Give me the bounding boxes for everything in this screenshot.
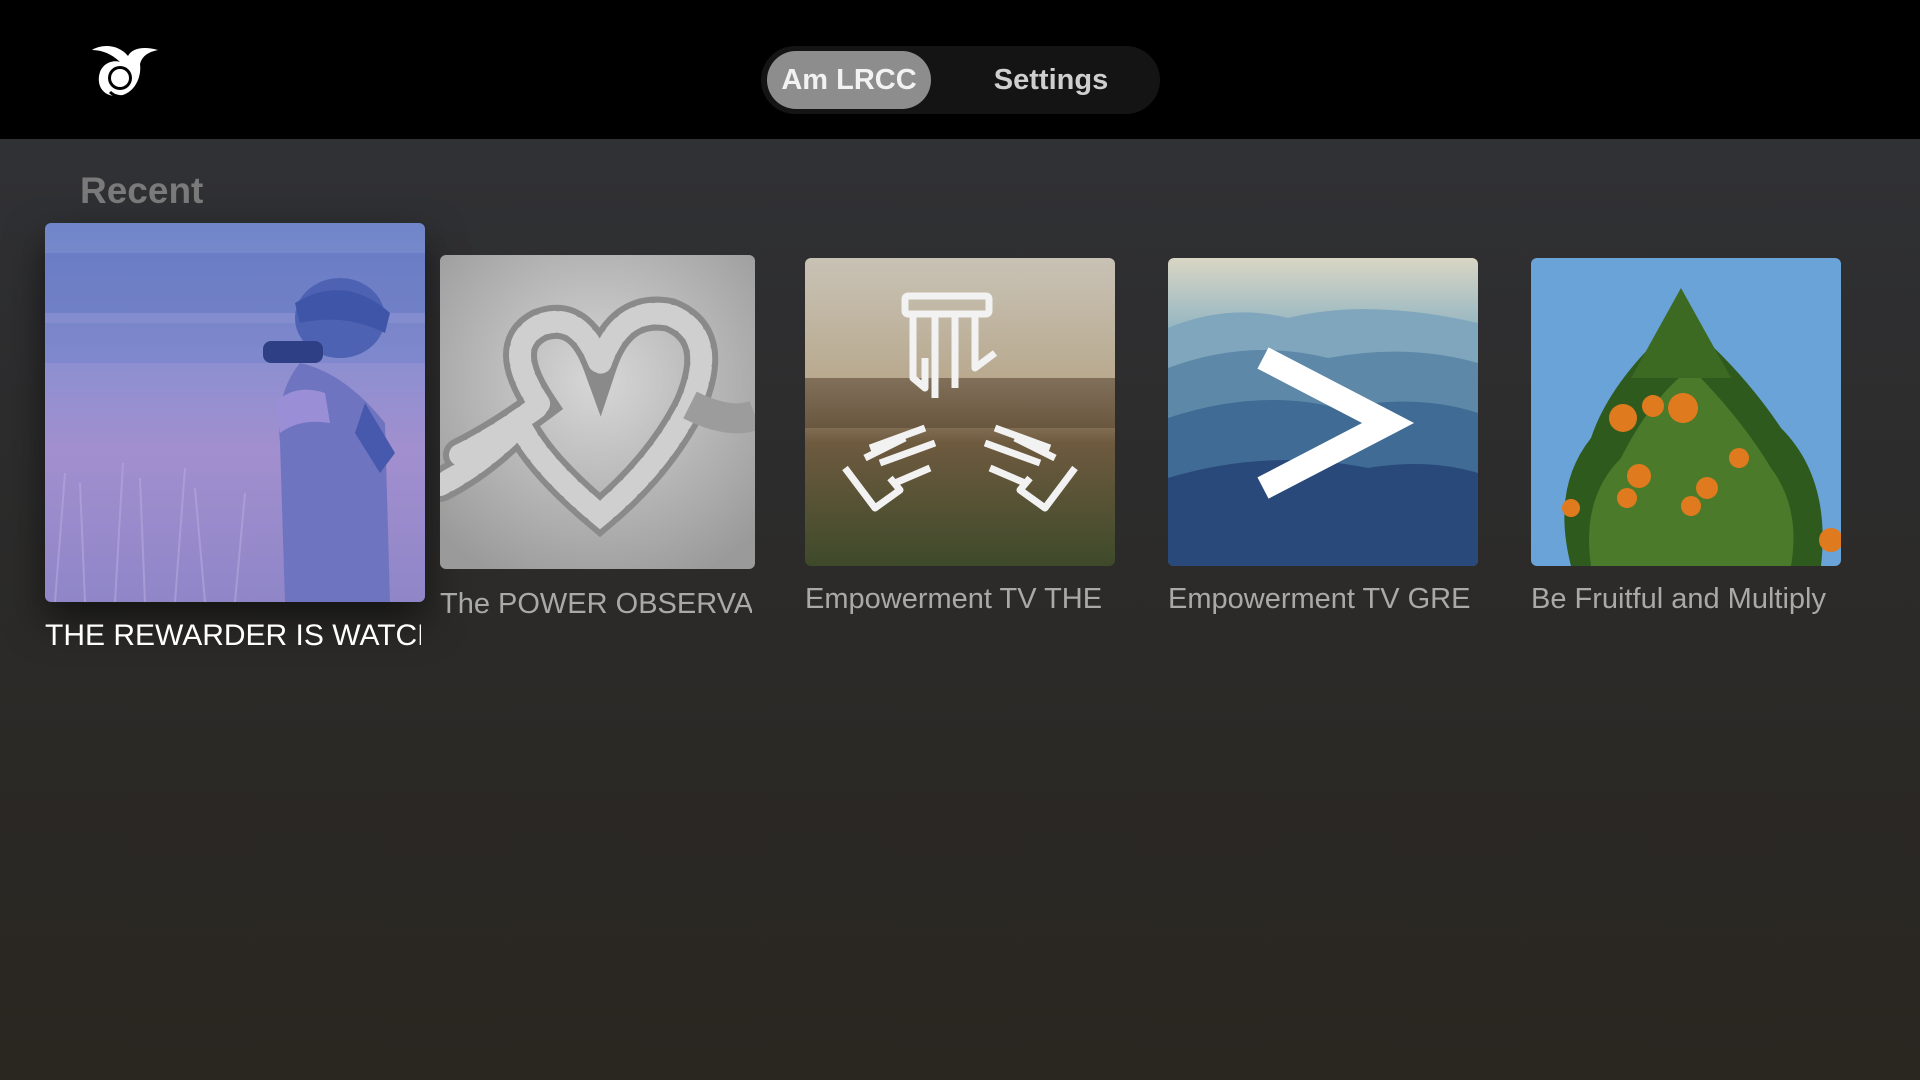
recent-item-5[interactable]: Be Fruitful and Multiply [1531, 258, 1841, 628]
recent-item-title: THE REWARDER IS WATCH [45, 619, 421, 652]
rope-heart-knot-image [440, 255, 755, 569]
recent-item-title: Empowerment TV THE [805, 583, 1103, 615]
recent-item-2[interactable]: The POWER OBSERVA [440, 255, 755, 625]
recent-item-title: The POWER OBSERVA [440, 588, 752, 620]
mountains-chevron-image [1168, 258, 1478, 566]
tab-bar: Am LRCC Settings [761, 46, 1160, 114]
recent-item-title: Be Fruitful and Multiply [1531, 583, 1826, 615]
top-bar: Am LRCC Settings [0, 0, 1920, 139]
recent-item-3[interactable]: Empowerment TV THE [805, 258, 1115, 628]
child-binoculars-image [45, 223, 425, 602]
recent-item-title: Empowerment TV GRE [1168, 583, 1471, 615]
recent-item-1[interactable]: THE REWARDER IS WATCH [45, 223, 425, 663]
helping-hands-image [805, 258, 1115, 566]
recent-item-4[interactable]: Empowerment TV GRE [1168, 258, 1478, 628]
dove-icon [88, 40, 162, 100]
tab-am-lrcc[interactable]: Am LRCC [767, 51, 931, 109]
orange-tree-image [1531, 258, 1841, 566]
section-title-recent: Recent [80, 170, 204, 211]
tab-settings[interactable]: Settings [951, 51, 1151, 109]
